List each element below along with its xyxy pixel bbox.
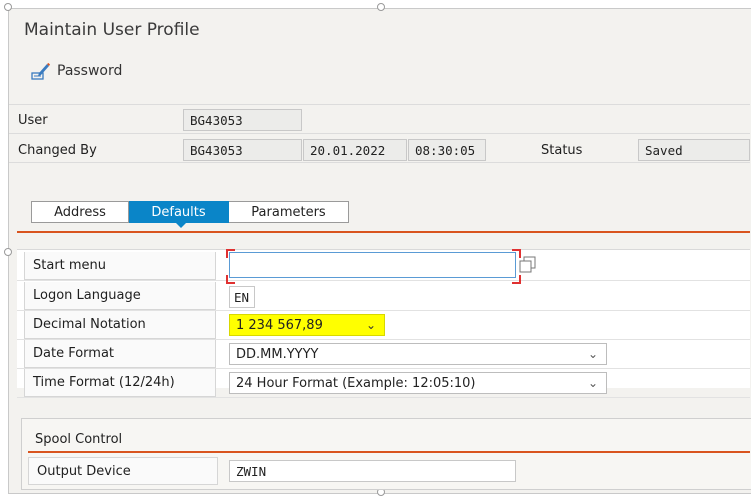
toolbar: Password xyxy=(31,62,122,80)
copy-icon[interactable] xyxy=(519,256,537,274)
decimal-notation-label: Decimal Notation xyxy=(24,311,216,339)
time-format-label: Time Format (12/24h) xyxy=(24,369,216,397)
status-field: Saved xyxy=(638,139,750,161)
tab-underline xyxy=(17,231,750,233)
header-bottom-divider xyxy=(9,162,750,163)
page-title: Maintain User Profile xyxy=(24,20,200,40)
changed-date-field: 20.01.2022 xyxy=(303,139,407,161)
resize-handle-top[interactable] xyxy=(377,3,385,11)
spool-section-title: Spool Control xyxy=(35,432,123,447)
chevron-down-icon: ⌄ xyxy=(587,347,598,361)
date-format-select[interactable]: DD.MM.YYYY ⌄ xyxy=(229,343,607,365)
tab-parameters[interactable]: Parameters xyxy=(229,201,349,223)
status-label: Status xyxy=(541,143,583,158)
tab-defaults[interactable]: Defaults xyxy=(129,201,229,223)
resize-handle-left[interactable] xyxy=(4,248,12,256)
decimal-notation-select[interactable]: 1 234 567,89 ⌄ xyxy=(229,314,385,336)
active-tab-indicator xyxy=(176,223,186,228)
spool-underline xyxy=(28,451,750,453)
user-field: BG43053 xyxy=(183,109,302,131)
logon-language-field[interactable]: EN xyxy=(229,286,255,308)
password-button[interactable]: Password xyxy=(57,63,122,79)
row-logon-language: Logon Language xyxy=(17,282,750,311)
output-device-label-box: Output Device xyxy=(28,457,218,485)
resize-handle-top-left[interactable] xyxy=(4,3,12,11)
user-label: User xyxy=(18,113,48,128)
start-menu-label: Start menu xyxy=(24,252,216,280)
tab-address[interactable]: Address xyxy=(31,201,129,223)
header-top-divider xyxy=(9,104,750,105)
focus-corner-tl xyxy=(226,249,235,258)
changed-time-field: 08:30:05 xyxy=(408,139,486,161)
changed-by-label: Changed By xyxy=(18,143,97,158)
changed-by-field: BG43053 xyxy=(183,139,302,161)
output-device-field[interactable]: ZWIN xyxy=(229,460,516,482)
start-menu-input[interactable] xyxy=(229,252,516,278)
chevron-down-icon: ⌄ xyxy=(587,376,598,390)
logon-language-label: Logon Language xyxy=(24,282,216,310)
chevron-down-icon: ⌄ xyxy=(365,318,376,332)
tab-strip: Address Defaults Parameters xyxy=(31,201,349,223)
pencil-edit-icon[interactable] xyxy=(31,62,51,80)
output-device-label: Output Device xyxy=(37,464,131,479)
time-format-select[interactable]: 24 Hour Format (Example: 12:05:10) ⌄ xyxy=(229,372,607,394)
date-format-label: Date Format xyxy=(24,340,216,368)
header-row-divider xyxy=(9,133,750,134)
